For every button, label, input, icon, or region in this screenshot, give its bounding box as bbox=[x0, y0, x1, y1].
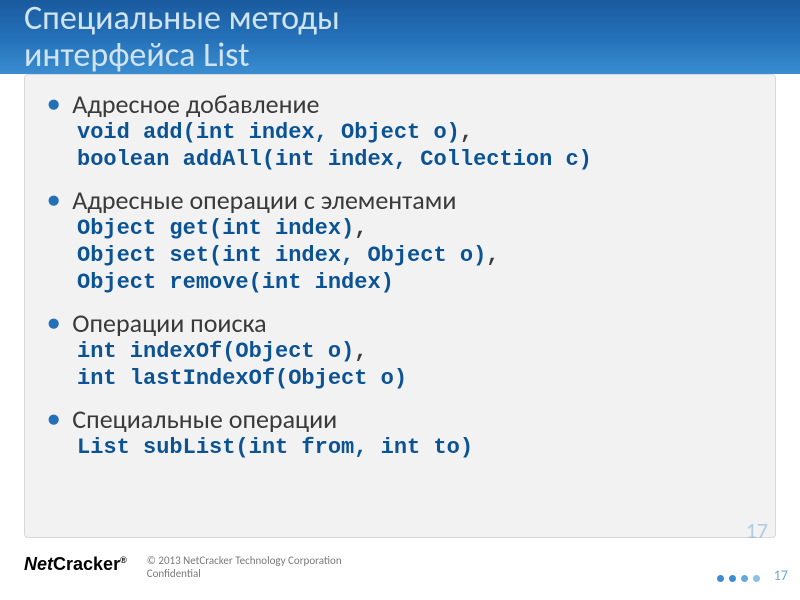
slide-title-line1: Специальные методы bbox=[24, 0, 776, 37]
bullet-row: ● Специальные операции bbox=[47, 404, 755, 434]
bullet-icon: ● bbox=[47, 89, 60, 119]
footer: NetCracker® © 2013 NetCracker Technology… bbox=[0, 548, 800, 600]
bullet-icon: ● bbox=[47, 308, 60, 338]
section: ● Адресные операции с элементамиObject ge… bbox=[47, 185, 755, 296]
page-number-overlay: 17 bbox=[746, 517, 768, 544]
section: ● Адресное добавлениеvoid add(int index, … bbox=[47, 89, 755, 173]
section: ● Операции поискаint indexOf(Object o),in… bbox=[47, 308, 755, 392]
code-line: Object get(int index), bbox=[77, 215, 755, 242]
code-line: Object remove(int index) bbox=[77, 269, 755, 296]
logo: NetCracker® bbox=[24, 554, 127, 575]
bullet-icon: ● bbox=[47, 185, 60, 215]
page-number: 17 bbox=[774, 567, 788, 584]
bullet-row: ● Адресное добавление bbox=[47, 89, 755, 119]
bullet-icon: ● bbox=[47, 404, 60, 434]
code-line: int indexOf(Object o), bbox=[77, 338, 755, 365]
code-line: int lastIndexOf(Object o) bbox=[77, 365, 755, 392]
section-heading: Адресные операции с элементами bbox=[72, 185, 456, 215]
slide-title-line2: интерфейса List bbox=[24, 37, 776, 74]
code-line: List subList(int from, int to) bbox=[77, 434, 755, 461]
code-line: void add(int index, Object o), bbox=[77, 119, 755, 146]
code-line: Object set(int index, Object o), bbox=[77, 242, 755, 269]
code-line: boolean addAll(int index, Collection c) bbox=[77, 146, 755, 173]
section: ● Специальные операцииList subList(int fr… bbox=[47, 404, 755, 461]
section-heading: Адресное добавление bbox=[72, 89, 319, 119]
section-heading: Специальные операции bbox=[72, 404, 337, 434]
section-heading: Операции поиска bbox=[72, 308, 266, 338]
slide-header: Специальные методы интерфейса List bbox=[0, 0, 800, 74]
decorative-dots bbox=[717, 575, 760, 582]
slide: Специальные методы интерфейса List ● Адре… bbox=[0, 0, 800, 600]
content-box: ● Адресное добавлениеvoid add(int index, … bbox=[24, 74, 776, 538]
bullet-row: ● Операции поиска bbox=[47, 308, 755, 338]
bullet-row: ● Адресные операции с элементами bbox=[47, 185, 755, 215]
copyright: © 2013 NetCracker Technology Corporation… bbox=[147, 554, 342, 580]
